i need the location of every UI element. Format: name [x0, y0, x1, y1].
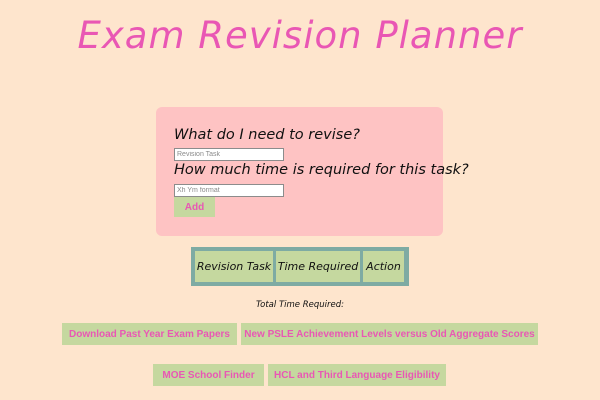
tasks-table: Revision Task Time Required Action — [191, 247, 409, 286]
psle-achievement-levels-link[interactable]: New PSLE Achievement Levels versus Old A… — [241, 323, 538, 345]
time-question-label: How much time is required for this task? — [174, 162, 469, 178]
task-form-card: What do I need to revise? How much time … — [156, 107, 469, 236]
total-time-label: Total Time Required: — [256, 300, 344, 310]
revision-task-input[interactable] — [174, 148, 284, 161]
moe-school-finder-link[interactable]: MOE School Finder — [153, 364, 264, 386]
column-header-time-required: Time Required — [276, 251, 360, 282]
column-header-revision-task: Revision Task — [195, 251, 273, 282]
time-required-input[interactable] — [174, 184, 284, 197]
page-title: Exam Revision Planner — [77, 14, 523, 57]
page: Exam Revision Planner What do I need to … — [0, 0, 600, 400]
past-year-papers-link[interactable]: Download Past Year Exam Papers — [62, 323, 237, 345]
column-header-action: Action — [363, 251, 404, 282]
hcl-third-language-link[interactable]: HCL and Third Language Eligibility — [268, 364, 446, 386]
task-question-label: What do I need to revise? — [174, 127, 360, 143]
add-button[interactable]: Add — [174, 197, 215, 217]
